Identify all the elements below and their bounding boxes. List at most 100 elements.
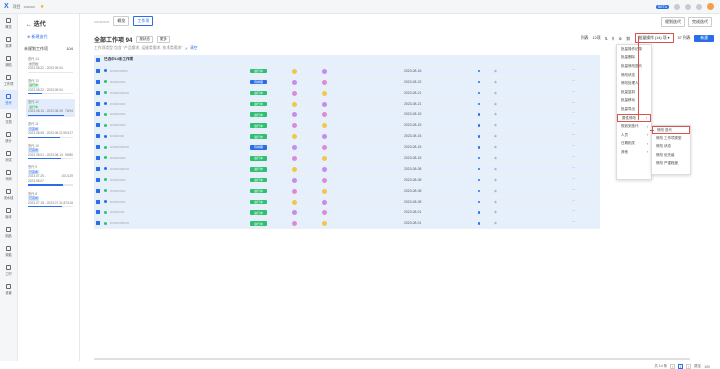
table-row[interactable]: ••••••••••••••• 进行中 2023-08-16 ◉ ⋯	[94, 65, 600, 77]
status-badge[interactable]: 进行中	[250, 221, 268, 226]
eye-icon[interactable]: ◉	[494, 80, 497, 84]
iteration-card[interactable]: 迭代 8 已完成 2023.07.18 - 2023.07.31 87/115	[26, 191, 75, 209]
checkbox[interactable]	[96, 210, 100, 215]
more-icon[interactable]: ⋯	[572, 144, 575, 148]
eye-icon[interactable]: ◉	[494, 210, 497, 214]
breadcrumb-name[interactable]: ••••••••	[24, 4, 35, 9]
checkbox[interactable]	[96, 166, 100, 171]
more-icon[interactable]: ⋯	[572, 177, 575, 181]
next-page-button[interactable]: ›	[686, 364, 692, 369]
iteration-card[interactable]: 迭代 11 已完成 2023.08.08 - 2023.08.21 90/127	[26, 121, 75, 139]
eye-icon[interactable]: ◉	[494, 178, 497, 182]
workitem-title[interactable]: •••••••••••••	[110, 200, 238, 204]
avatar[interactable]	[707, 3, 714, 10]
menu-item[interactable]: 人员 ›	[617, 131, 651, 140]
eye-icon[interactable]: ◉	[494, 189, 497, 193]
nav-item[interactable]: 缺陷	[0, 52, 17, 71]
nav-item[interactable]: 需求	[0, 33, 17, 52]
more-chip[interactable]: 更多	[156, 35, 170, 43]
table-row[interactable]: ••••••••••••• 进行中 2023-08-08 ◉ ⋯	[94, 185, 600, 197]
nav-item[interactable]: 测试	[0, 147, 17, 166]
workitem-title[interactable]: ••••••••••••••••	[110, 167, 238, 171]
status-badge[interactable]: 进行中	[250, 199, 268, 205]
workitem-title[interactable]: ••••••••••••	[110, 134, 238, 138]
more-icon[interactable]: ⋯	[572, 68, 575, 72]
eye-icon[interactable]: ◉	[494, 91, 497, 95]
workitem-title[interactable]: •••••••••••••	[110, 112, 238, 116]
eye-icon[interactable]: ◉	[494, 123, 497, 127]
menu-item[interactable]: 规划到迭代 ›	[617, 122, 651, 131]
checkbox[interactable]	[96, 79, 100, 84]
table-row[interactable]: ••••••••••••• 进行中 2023-08-21 ◉ ⋯	[94, 98, 600, 110]
table-row[interactable]: •••••••••••••••• 进行中 2023-08-08 ◉ ⋯	[94, 163, 600, 175]
bell-icon[interactable]	[696, 3, 702, 10]
view-toggle[interactable]: 列表	[581, 36, 589, 41]
table-row[interactable]: ••••••••••••• 进行中 2023-08-08 ◉ ⋯	[94, 196, 600, 208]
nav-item[interactable]: 制品	[0, 223, 17, 242]
checkbox[interactable]	[96, 68, 100, 73]
eye-icon[interactable]: ◉	[494, 134, 497, 138]
more-icon[interactable]: ⋯	[572, 122, 575, 126]
checkbox[interactable]	[96, 199, 100, 204]
clear-filter-link[interactable]: 清空	[190, 46, 198, 51]
status-badge[interactable]: 进行中	[250, 177, 268, 183]
new-iteration-button[interactable]: ⊕ 新建迭代	[27, 34, 79, 40]
per-page[interactable]: 37 列表	[678, 36, 691, 41]
nav-item[interactable]: 效能	[0, 242, 17, 261]
eye-icon[interactable]: ◉	[494, 112, 497, 116]
submenu-item[interactable]: 修改 优先级	[652, 151, 690, 159]
iteration-card[interactable]: 迭代 9 已完成 2023.07.25 - 2023.08.07 101/129	[26, 164, 75, 186]
checkbox[interactable]	[96, 155, 100, 160]
menu-item[interactable]: 批量修改迭代	[617, 62, 651, 71]
more-icon[interactable]: ⋯	[572, 209, 575, 213]
iteration-card[interactable]: 迭代 13 进行中 2023.08.22 - 2023.09.04	[26, 78, 75, 96]
status-badge[interactable]: 进行中	[250, 156, 268, 161]
iteration-card[interactable]: 迭代 14 未开始 2023.08.22 - 2023.09.04	[26, 56, 75, 74]
star-icon[interactable]: ★	[40, 4, 44, 10]
status-badge[interactable]: 进行中	[250, 123, 268, 128]
table-row[interactable]: ••••••••••••• 待排期 2023-08-22 ◉ ⋯	[94, 76, 600, 88]
checkbox[interactable]	[96, 188, 100, 193]
checkbox[interactable]	[96, 145, 100, 150]
table-row[interactable]: ••••••••••••• 进行中 2023-08-08 ◉ ⋯	[94, 174, 600, 186]
eye-icon[interactable]: ◉	[494, 167, 497, 171]
submenu-item[interactable]: 修改 严重程度	[652, 160, 690, 168]
nav-item[interactable]: 统计	[0, 128, 17, 147]
eye-icon[interactable]: ◉	[494, 221, 497, 225]
tab-workitems[interactable]: 工作项	[133, 16, 154, 26]
workitem-title[interactable]: •••••••••••••	[110, 102, 238, 106]
menu-item[interactable]: 批量导出	[617, 105, 651, 114]
workitem-title[interactable]: •••••••••••••	[110, 178, 238, 182]
workitem-title[interactable]: •••••••••••••	[110, 156, 238, 160]
menu-item[interactable]: 批量移动	[617, 97, 651, 106]
more-icon[interactable]: ⋯	[572, 166, 575, 170]
plan-iteration-button[interactable]: 规划迭代	[661, 17, 685, 27]
eye-icon[interactable]: ◉	[494, 145, 497, 149]
table-row[interactable]: •••••••••••• 进行中 2023-08-15 ◉ ⋯	[94, 131, 600, 143]
status-badge[interactable]: 待排期	[250, 79, 268, 85]
settings-icon[interactable]: ⚙	[618, 36, 621, 41]
workitem-title[interactable]: ••••••••••••••••	[110, 221, 238, 225]
menu-item[interactable]: 批量删除	[617, 54, 651, 63]
new-workitem-button[interactable]: 新建	[694, 34, 714, 42]
workitem-title[interactable]: •••••••••••••••	[110, 69, 238, 73]
tab-overview[interactable]: 概览	[113, 16, 130, 26]
prev-page-button[interactable]: ‹	[670, 364, 676, 369]
table-row[interactable]: •••••••••••••••• 进行中 2023-08-01 ◉ ⋯	[94, 218, 600, 230]
more-icon[interactable]: ⋯	[572, 220, 575, 224]
group-row[interactable]: 已选中14条工作项	[94, 55, 600, 66]
more-icon[interactable]: ⋯	[572, 101, 575, 105]
checkbox[interactable]	[96, 101, 100, 106]
checkbox[interactable]	[96, 123, 100, 128]
nav-item[interactable]: 流水线	[0, 185, 17, 204]
menu-item[interactable]: 属性修改 ›	[617, 113, 651, 123]
submenu-item[interactable]: 修改 迭代	[652, 126, 690, 135]
status-badge[interactable]: 进行中	[250, 188, 268, 194]
iteration-card[interactable]: 迭代 12 进行中 2023.08.15 - 2023.08.28 75/94	[26, 99, 75, 118]
more-icon[interactable]: ⋯	[572, 188, 575, 192]
submenu-item[interactable]: 修改 状态	[652, 143, 690, 151]
menu-item[interactable]: 批量操作记录	[617, 45, 651, 54]
more-icon[interactable]: ⋯	[572, 111, 575, 115]
table-row[interactable]: ••••••••••••• 进行中 2023-08-15 ◉ ⋯	[94, 120, 600, 132]
breadcrumb-project[interactable]: 项目	[13, 4, 21, 10]
